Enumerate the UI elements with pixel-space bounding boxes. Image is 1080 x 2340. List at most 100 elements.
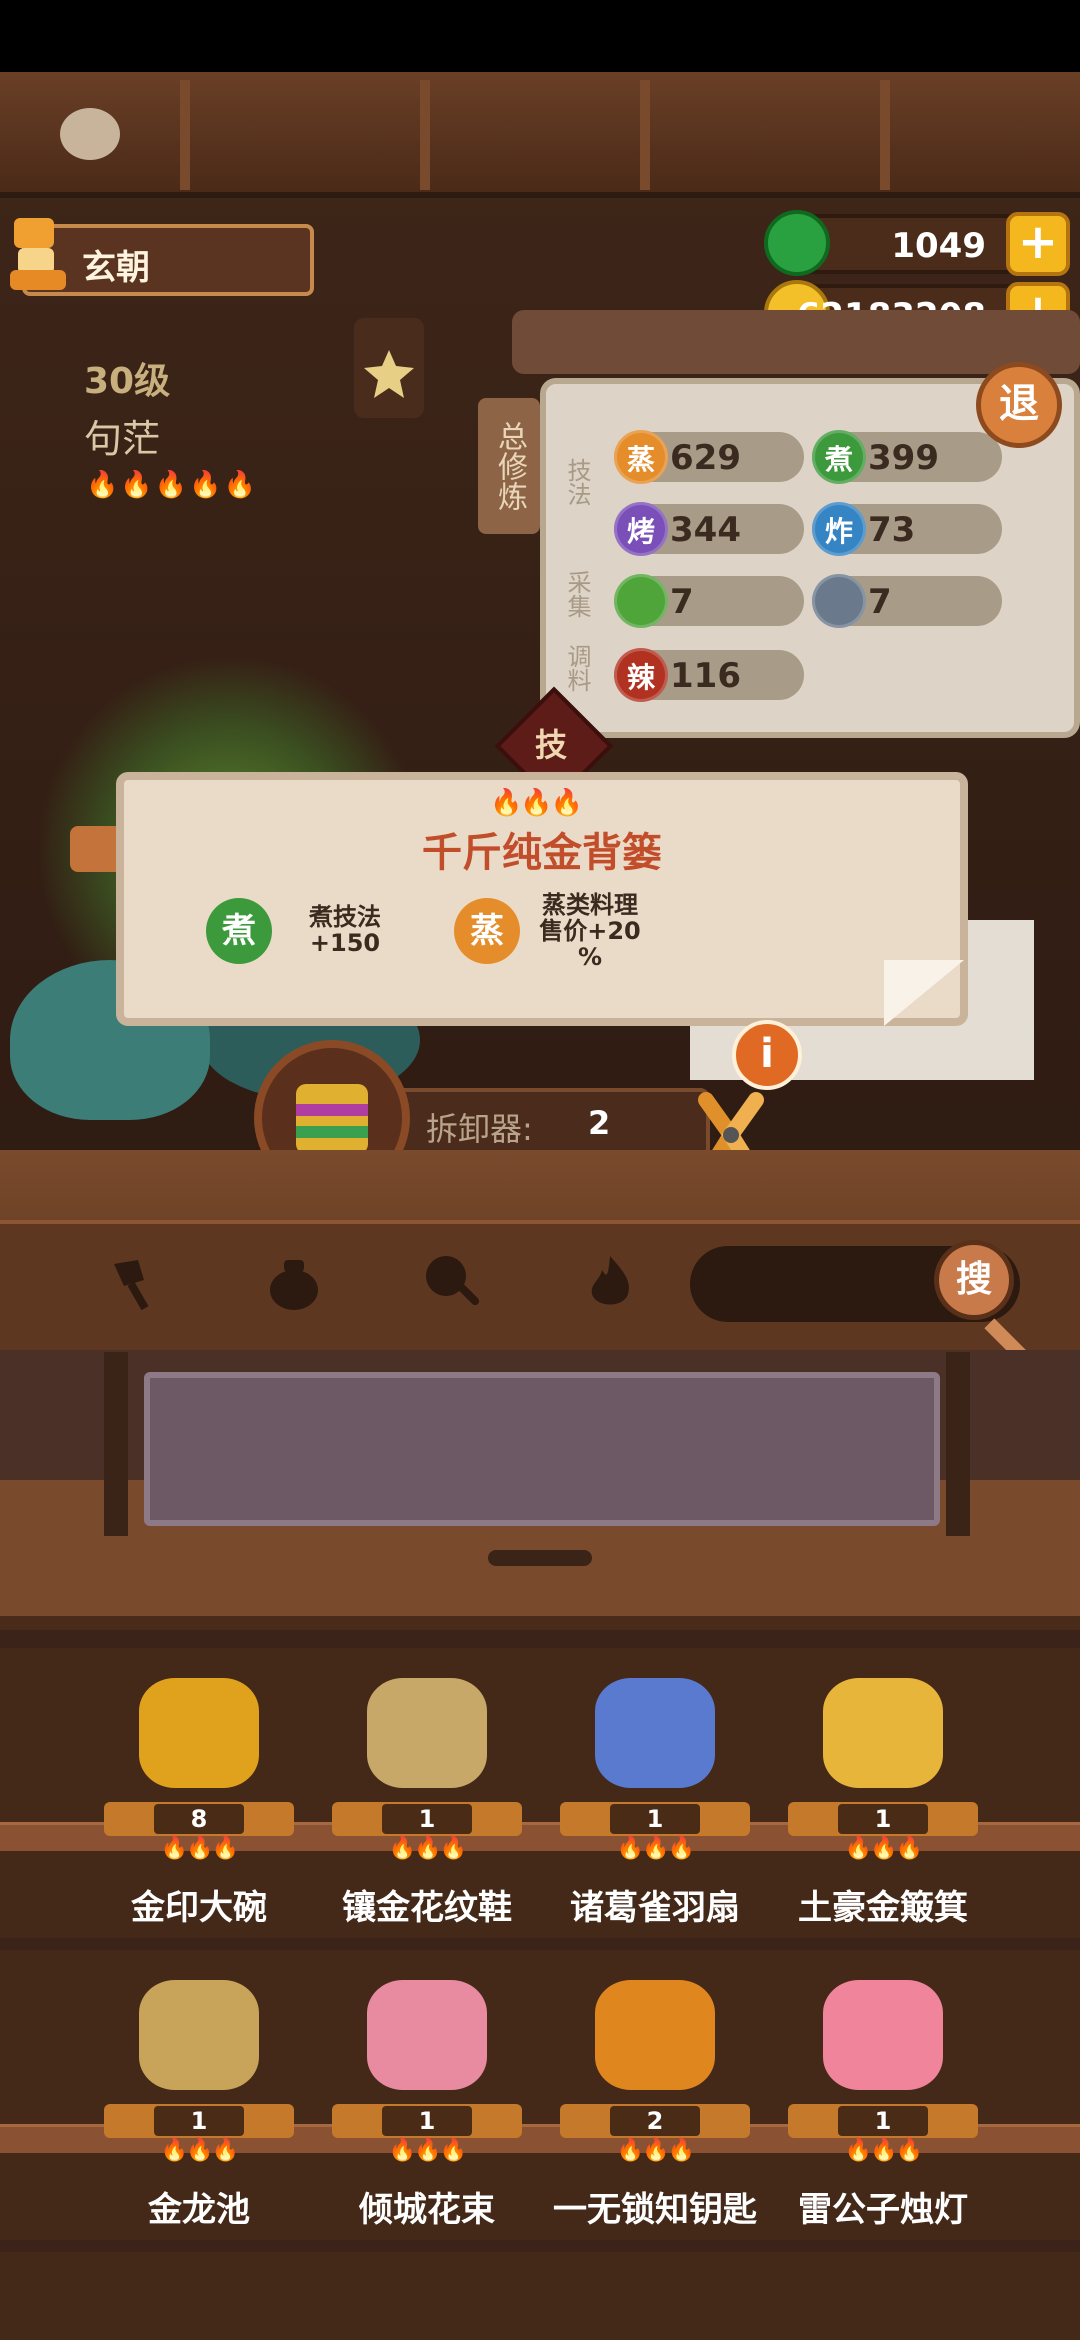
stat-value: 399 bbox=[868, 438, 939, 478]
stat-pill: 蒸 629 bbox=[614, 430, 804, 484]
item-name: 镶金花纹鞋 bbox=[342, 1888, 512, 1928]
stat-icon: 辣 bbox=[614, 648, 668, 702]
inventory-item[interactable]: 8 🔥🔥🔥 金印大碗 bbox=[94, 1670, 304, 1950]
item-flames: 🔥🔥🔥 bbox=[388, 1836, 467, 1861]
inventory-item[interactable]: 1 🔥🔥🔥 诸葛雀羽扇 bbox=[550, 1670, 760, 1950]
item-flames: 🔥🔥🔥 bbox=[844, 1836, 923, 1861]
roof-beam bbox=[0, 72, 1080, 198]
item-count: 1 bbox=[610, 1804, 700, 1834]
player-level: 30级 bbox=[84, 361, 171, 402]
effect-line: 煮技法 bbox=[309, 903, 381, 931]
stat-pill: 7 bbox=[812, 574, 1002, 628]
stat-pill: 辣 116 bbox=[614, 648, 804, 702]
skill-tab-label: 技 bbox=[534, 726, 567, 764]
item-name: 金印大碗 bbox=[131, 1888, 267, 1928]
stat-icon: 蒸 bbox=[614, 430, 668, 484]
item-count: 8 bbox=[154, 1804, 244, 1834]
stat-value: 344 bbox=[670, 510, 741, 550]
item-name: 土豪金簸箕 bbox=[798, 1888, 968, 1928]
stat-value: 116 bbox=[670, 656, 741, 696]
item-name: 诸葛雀羽扇 bbox=[570, 1888, 740, 1928]
boil-effect-text: 煮技法 +150 bbox=[290, 904, 400, 956]
item-flames: 🔥🔥🔥 bbox=[616, 1836, 695, 1861]
effect-line: 蒸类料理 bbox=[542, 891, 638, 919]
stat-pill: 煮 399 bbox=[812, 430, 1002, 484]
inventory-shelf bbox=[0, 2252, 1080, 2340]
inventory-item[interactable]: 1 🔥🔥🔥 镶金花纹鞋 bbox=[322, 1670, 532, 1950]
item-count: 2 bbox=[610, 2106, 700, 2136]
inventory-item[interactable]: 1 🔥🔥🔥 土豪金簸箕 bbox=[778, 1670, 988, 1950]
effect-line: % bbox=[577, 943, 603, 971]
jade-amount: 1049 bbox=[891, 226, 986, 266]
star-icon bbox=[364, 350, 414, 398]
inventory-item[interactable]: 1 🔥🔥🔥 雷公子烛灯 bbox=[778, 1972, 988, 2252]
info-button[interactable]: i bbox=[732, 1020, 802, 1090]
inventory-item[interactable]: 2 🔥🔥🔥 一无锁知钥匙 bbox=[550, 1972, 760, 2252]
truss bbox=[180, 80, 190, 190]
item-icon bbox=[367, 1980, 487, 2090]
item-icon bbox=[139, 1980, 259, 2090]
item-name: 金龙池 bbox=[148, 2190, 250, 2230]
item-name: 雷公子烛灯 bbox=[798, 2190, 968, 2230]
pan-shape bbox=[426, 1256, 480, 1306]
status-bar bbox=[0, 0, 1080, 72]
sack-icon[interactable] bbox=[262, 1250, 326, 1314]
item-count: 1 bbox=[154, 2106, 244, 2136]
item-flames: 🔥🔥🔥 bbox=[388, 2138, 467, 2163]
effect-line: 售价+20 bbox=[539, 917, 641, 945]
shovel-icon[interactable] bbox=[104, 1250, 168, 1314]
jade-currency: 1049 + bbox=[764, 210, 1070, 276]
item-icon bbox=[139, 1678, 259, 1788]
rank-flames: 🔥🔥🔥🔥🔥 bbox=[86, 470, 258, 500]
item-count: 1 bbox=[382, 1804, 472, 1834]
section-gather: 采集 bbox=[563, 570, 591, 618]
favorite-star-button[interactable] bbox=[354, 318, 424, 418]
truss bbox=[420, 80, 430, 190]
scroll-header bbox=[512, 310, 1080, 374]
fish-icon bbox=[812, 574, 866, 628]
flame-icon[interactable] bbox=[578, 1250, 642, 1314]
steam-effect-text: 蒸类料理 售价+20 % bbox=[530, 892, 650, 970]
item-icon bbox=[823, 1678, 943, 1788]
stat-icon: 煮 bbox=[812, 430, 866, 484]
item-count: 1 bbox=[838, 2106, 928, 2136]
item-name: 一无锁知钥匙 bbox=[553, 2190, 757, 2230]
item-flames: 🔥🔥🔥 bbox=[160, 2138, 239, 2163]
search-button[interactable]: 搜 bbox=[934, 1240, 1014, 1320]
inventory-item[interactable]: 1 🔥🔥🔥 倾城花束 bbox=[322, 1972, 532, 2252]
pan-icon[interactable] bbox=[420, 1250, 484, 1314]
stat-value: 629 bbox=[670, 438, 741, 478]
cabbage-icon bbox=[614, 574, 668, 628]
item-count: 1 bbox=[838, 1804, 928, 1834]
item-flames: 🔥🔥🔥 bbox=[844, 2138, 923, 2163]
stat-icon: 炸 bbox=[812, 502, 866, 556]
stat-icon: 烤 bbox=[614, 502, 668, 556]
stat-pill: 7 bbox=[614, 574, 804, 628]
tooltip-title: 千斤纯金背篓 bbox=[422, 830, 662, 876]
inventory-item[interactable]: 1 🔥🔥🔥 金龙池 bbox=[94, 1972, 304, 2252]
item-count: 1 bbox=[382, 2106, 472, 2136]
bird-icon bbox=[60, 108, 120, 160]
add-jade-button[interactable]: + bbox=[1006, 212, 1070, 276]
shelf-post bbox=[104, 1352, 128, 1536]
drawer-handle[interactable] bbox=[488, 1550, 592, 1566]
chef-avatar-icon[interactable] bbox=[6, 214, 70, 294]
effect-line: +150 bbox=[309, 929, 381, 957]
truss bbox=[880, 80, 890, 190]
shelf-lip bbox=[0, 1616, 1080, 1630]
item-icon bbox=[595, 1678, 715, 1788]
exit-button[interactable]: 退 bbox=[976, 362, 1062, 448]
item-name: 倾城花束 bbox=[359, 2190, 495, 2230]
empty-sign-board bbox=[144, 1372, 940, 1526]
dismantle-label: 拆卸器: bbox=[426, 1110, 533, 1148]
stat-value: 73 bbox=[868, 510, 916, 550]
player-name: 玄朝 bbox=[82, 248, 150, 288]
item-icon bbox=[595, 1980, 715, 2090]
item-icon bbox=[823, 1980, 943, 2090]
player-title: 句茫 bbox=[84, 417, 161, 461]
jade-icon bbox=[764, 210, 830, 276]
truss bbox=[640, 80, 650, 190]
dismantle-count: 2 bbox=[588, 1104, 611, 1142]
item-icon bbox=[367, 1678, 487, 1788]
section-technique: 技法 bbox=[563, 458, 591, 506]
